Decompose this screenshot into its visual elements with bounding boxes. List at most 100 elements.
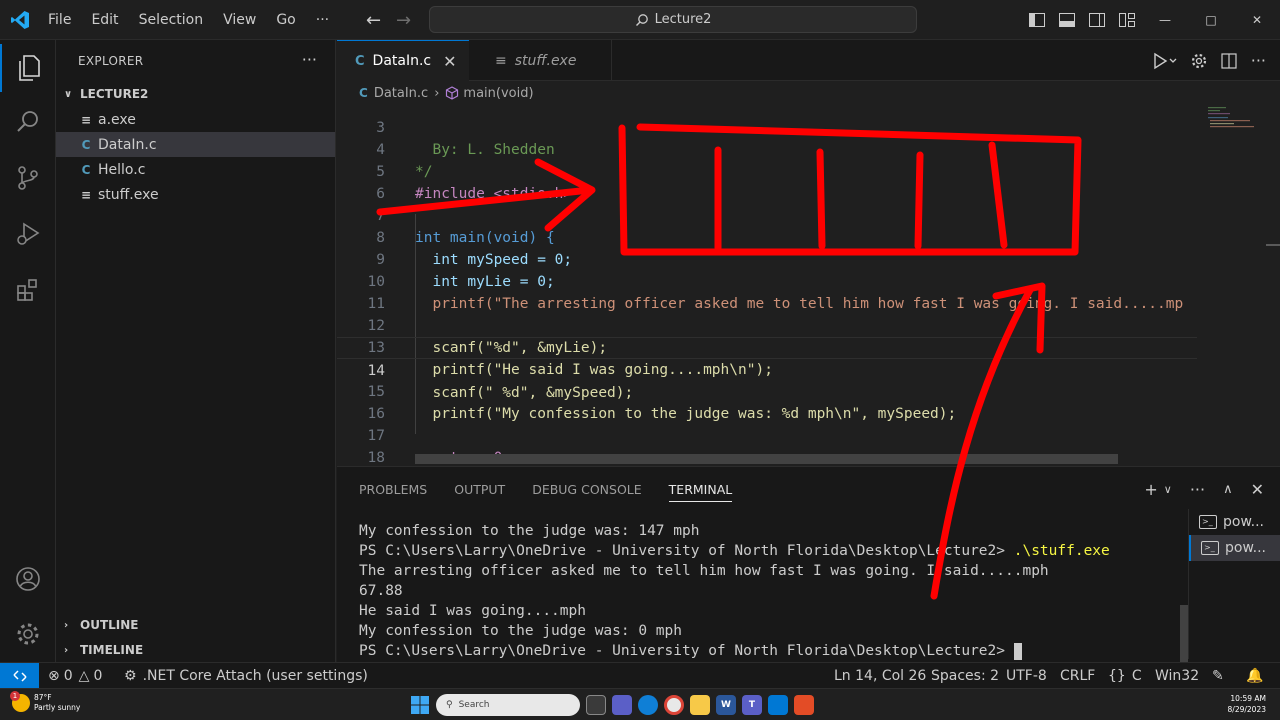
weather-widget[interactable]: 1 87°F Partly sunny [10, 691, 80, 713]
source-control-activity[interactable] [0, 154, 56, 202]
file-explorer-icon[interactable] [690, 695, 710, 715]
code-line[interactable]: 18 } [337, 425, 1197, 466]
terminal-output[interactable]: My confession to the judge was: 147 mph … [359, 521, 1179, 661]
bottom-panel: PROBLEMS OUTPUT DEBUG CONSOLE TERMINAL +… [337, 466, 1280, 663]
menu-more[interactable]: ··· [306, 12, 339, 28]
task-view-icon[interactable] [586, 695, 606, 715]
code-line[interactable]: 3 By: L. Shedden [337, 104, 1197, 158]
platform-status[interactable]: Win32 [1155, 663, 1199, 689]
more-actions-icon[interactable]: ··· [302, 50, 317, 69]
toggle-panel-icon[interactable] [1052, 0, 1082, 40]
breadcrumb-file[interactable]: DataIn.c [374, 86, 428, 101]
customize-layout-icon[interactable] [1112, 0, 1142, 40]
app-icon[interactable] [794, 695, 814, 715]
menu-edit[interactable]: Edit [81, 12, 128, 28]
minimize-icon[interactable]: — [1142, 0, 1188, 40]
terminal-scrollbar[interactable] [1180, 605, 1188, 663]
file-item-hello-c[interactable]: C Hello.c [56, 157, 335, 182]
tab-terminal[interactable]: TERMINAL [668, 482, 733, 502]
more-actions-icon[interactable]: ··· [1251, 51, 1266, 70]
word-icon[interactable]: W [716, 695, 736, 715]
menu-file[interactable]: File [38, 12, 81, 28]
eol-status[interactable]: CRLF [1060, 663, 1095, 689]
code-line[interactable]: 4 */ [337, 117, 1197, 180]
terminal-instance-active[interactable]: >_ pow... [1189, 535, 1280, 561]
vertical-scrollbar[interactable] [1266, 244, 1280, 246]
code-line[interactable]: 13 printf("He said I was going....mph\n"… [337, 315, 1197, 378]
file-lines-icon: ≡ [80, 112, 92, 127]
indentation-status[interactable]: Spaces: 2 [931, 663, 999, 689]
chat-icon[interactable] [612, 695, 632, 715]
terminal-line: The arresting officer asked me to tell h… [359, 561, 1179, 581]
menu-go[interactable]: Go [266, 12, 305, 28]
tab-stuff-exe[interactable]: ≡ stuff.exe [477, 40, 612, 81]
chrome-icon[interactable] [664, 695, 684, 715]
code-line[interactable]: 7 int main(void) { [337, 183, 1197, 246]
tab-output[interactable]: OUTPUT [454, 482, 505, 497]
extensions-activity[interactable] [0, 266, 56, 314]
more-actions-icon[interactable]: ··· [1190, 480, 1205, 499]
chevron-down-icon[interactable]: ∨ [1164, 483, 1172, 496]
maximize-panel-icon[interactable]: ∧ [1223, 482, 1233, 497]
debug-config-status[interactable]: ⚙ .NET Core Attach (user settings) [124, 663, 368, 689]
minimap[interactable] [1206, 104, 1266, 134]
accounts-activity[interactable] [0, 555, 56, 603]
vscode-taskbar-icon[interactable] [768, 695, 788, 715]
problems-status[interactable]: ⊗ 0 △ 0 [48, 663, 102, 689]
explorer-activity[interactable] [0, 44, 56, 92]
code-line[interactable]: 11 [337, 271, 1197, 312]
code-editor[interactable]: 3 By: L. Shedden 4 */ 5 #include <stdio.… [337, 104, 1280, 466]
edge-icon[interactable] [638, 695, 658, 715]
split-editor-icon[interactable] [1221, 52, 1237, 69]
tab-problems[interactable]: PROBLEMS [359, 482, 427, 497]
feedback-icon[interactable]: ✎ [1212, 663, 1224, 689]
terminal-instance[interactable]: >_ pow... [1189, 509, 1280, 535]
timeline-header[interactable]: › TIMELINE [64, 643, 143, 657]
teams-icon[interactable]: T [742, 695, 762, 715]
toggle-secondary-sidebar-icon[interactable] [1082, 0, 1112, 40]
code-line[interactable]: 15 printf("My confession to the judge wa… [337, 359, 1197, 422]
maximize-icon[interactable]: □ [1188, 0, 1234, 40]
code-line[interactable]: 16 [337, 381, 1197, 422]
run-debug-icon[interactable] [1151, 52, 1177, 70]
encoding-status[interactable]: UTF-8 [1006, 663, 1047, 689]
search-activity[interactable] [0, 98, 56, 146]
code-line[interactable]: 12 scanf("%d", &myLie); [337, 293, 1197, 356]
cursor-position[interactable]: Ln 14, Col 26 [834, 663, 926, 689]
tab-datain-c[interactable]: C DataIn.c ✕ [337, 40, 469, 81]
code-line[interactable]: 5 #include <stdio.h> [337, 139, 1197, 202]
code-line[interactable]: 17 return 0; [337, 403, 1197, 466]
gear-icon[interactable] [1191, 53, 1207, 69]
toggle-sidebar-icon[interactable] [1022, 0, 1052, 40]
run-debug-activity[interactable] [0, 210, 56, 258]
breadcrumb-symbol[interactable]: main(void) [463, 86, 533, 101]
windows-start-icon[interactable] [410, 695, 430, 715]
folder-header[interactable]: ∨ LECTURE2 [64, 87, 148, 101]
language-status[interactable]: {} C [1108, 663, 1142, 689]
code-line[interactable]: 6 [337, 161, 1197, 202]
add-terminal-icon[interactable]: + [1144, 480, 1157, 499]
code-line-current[interactable]: 14 scanf(" %d", &mySpeed); [337, 337, 1197, 401]
file-item-stuff-exe[interactable]: ≡ stuff.exe [56, 182, 335, 207]
code-line[interactable]: 9 int myLie = 0; [337, 227, 1197, 290]
code-line[interactable]: 8 int mySpeed = 0; [337, 205, 1197, 268]
tab-debug-console[interactable]: DEBUG CONSOLE [532, 482, 641, 497]
bell-icon[interactable]: 🔔 [1246, 663, 1263, 689]
code-line[interactable]: 10 printf("The arresting officer asked m… [337, 249, 1197, 312]
close-panel-icon[interactable]: ✕ [1251, 480, 1264, 499]
close-icon[interactable]: ✕ [443, 52, 456, 71]
close-window-icon[interactable]: ✕ [1234, 0, 1280, 40]
outline-header[interactable]: › OUTLINE [64, 618, 138, 632]
taskbar-search[interactable]: ⚲ Search [436, 694, 580, 716]
menu-view[interactable]: View [213, 12, 266, 28]
back-arrow-icon[interactable]: ← [366, 10, 381, 31]
forward-arrow-icon[interactable]: → [396, 10, 411, 31]
menu-selection[interactable]: Selection [129, 12, 214, 28]
remote-indicator[interactable] [0, 663, 39, 689]
command-center-search[interactable]: Lecture2 [429, 6, 917, 33]
manage-activity[interactable] [0, 610, 56, 658]
system-clock[interactable]: 10:59 AM 8/29/2023 [1228, 693, 1266, 715]
file-item-datain-c[interactable]: C DataIn.c [56, 132, 335, 157]
file-item-a-exe[interactable]: ≡ a.exe [56, 107, 335, 132]
horizontal-scrollbar[interactable] [415, 454, 1118, 464]
